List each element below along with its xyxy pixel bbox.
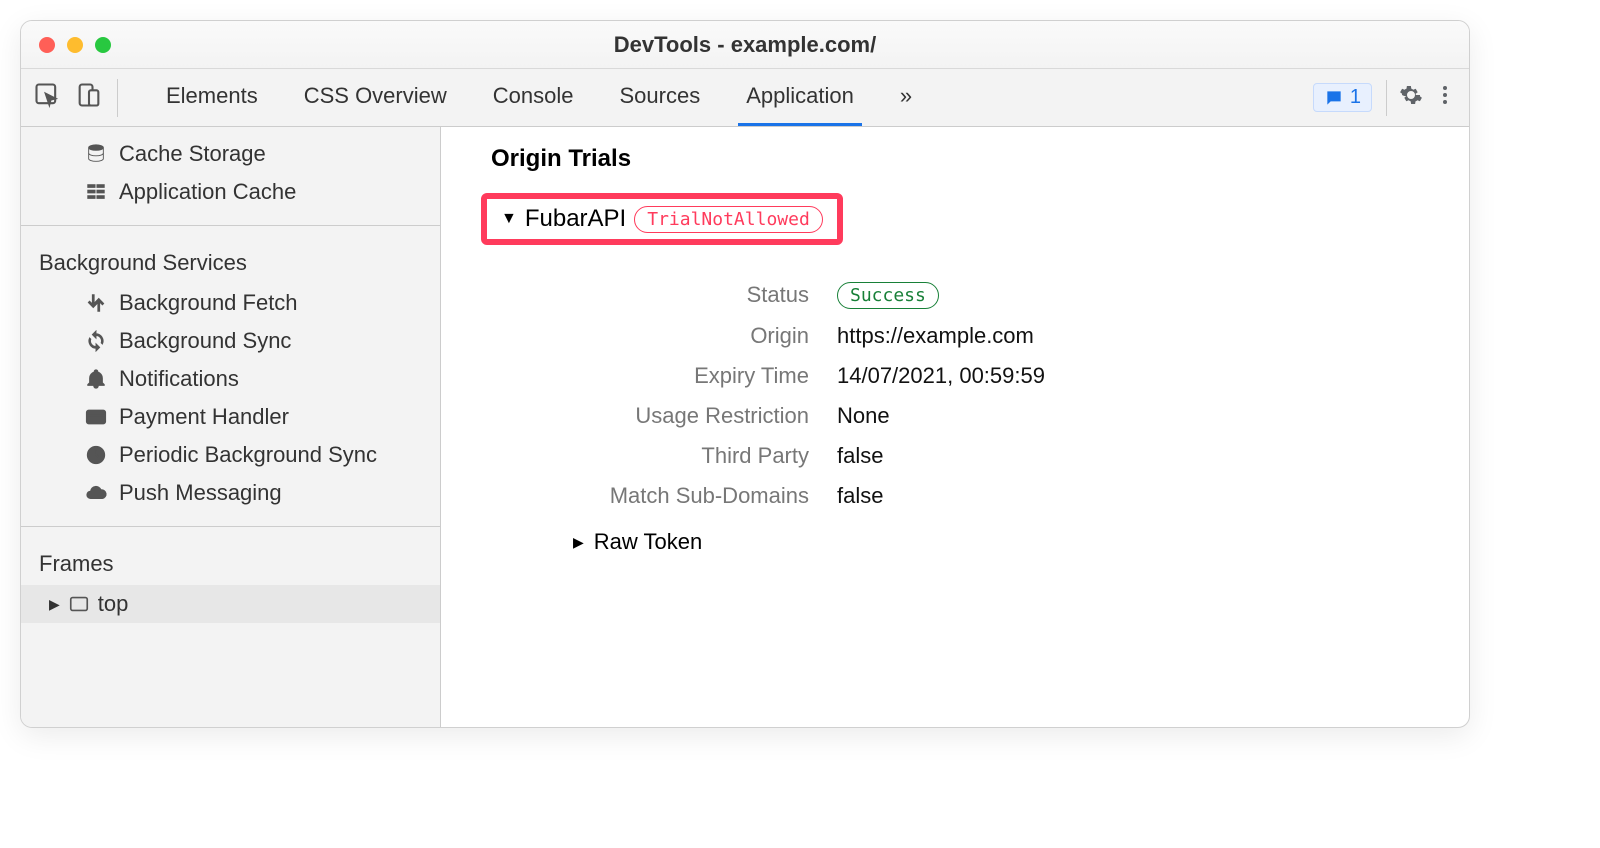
origin-trial-row[interactable]: ▼ FubarAPI TrialNotAllowed (481, 193, 843, 245)
sidebar-item-label: Application Cache (83, 179, 296, 205)
maximize-window-button[interactable] (95, 37, 111, 53)
tab-application[interactable]: Application (738, 69, 862, 126)
sidebar-item-periodic-sync[interactable]: Periodic Background Sync (21, 436, 440, 474)
detail-value: None (837, 403, 890, 429)
detail-key: Usage Restriction (537, 403, 837, 429)
trial-status-badge: TrialNotAllowed (634, 206, 823, 233)
panel-heading: Origin Trials (481, 145, 1429, 173)
devtools-window: DevTools - example.com/ Elements CSS Ove… (20, 20, 1470, 728)
raw-token-row[interactable]: ▶ Raw Token (537, 529, 1429, 555)
grid-icon (83, 181, 109, 203)
cloud-icon (83, 482, 109, 504)
caret-down-icon: ▼ (501, 210, 517, 228)
sidebar-item-payment-handler[interactable]: Payment Handler (21, 398, 440, 436)
sidebar-header-background-services: Background Services (21, 240, 440, 284)
sidebar-item-label: Background Fetch (83, 290, 298, 316)
detail-row-usage: Usage Restriction None (537, 403, 1429, 429)
fetch-icon (83, 292, 109, 314)
sidebar-item-label: Push Messaging (83, 480, 282, 506)
detail-row-thirdparty: Third Party false (537, 443, 1429, 469)
frames-item-label: top (98, 591, 129, 617)
kebab-menu-icon[interactable] (1433, 83, 1457, 112)
frame-icon (68, 593, 90, 615)
detail-key: Expiry Time (537, 363, 837, 389)
sidebar-item-label: Periodic Background Sync (83, 442, 377, 468)
issues-count: 1 (1350, 86, 1361, 109)
tab-console[interactable]: Console (485, 69, 582, 126)
detail-row-status: Status Success (537, 281, 1429, 309)
traffic-lights (39, 37, 111, 53)
trial-details: Status Success Origin https://example.co… (481, 281, 1429, 555)
frames-item-top[interactable]: ▶ top (21, 585, 440, 623)
card-icon (83, 406, 109, 428)
devtools-toolbar: Elements CSS Overview Console Sources Ap… (21, 69, 1469, 127)
panel-tabs: Elements CSS Overview Console Sources Ap… (128, 69, 1293, 126)
window-title: DevTools - example.com/ (21, 32, 1469, 58)
detail-value: 14/07/2021, 00:59:59 (837, 363, 1045, 389)
sidebar-item-background-sync[interactable]: Background Sync (21, 322, 440, 360)
sidebar-item-label: Background Sync (83, 328, 291, 354)
detail-row-origin: Origin https://example.com (537, 323, 1429, 349)
sidebar-item-push-messaging[interactable]: Push Messaging (21, 474, 440, 512)
panel-body: Cache Storage Application Cache Backgrou… (21, 127, 1469, 727)
detail-key: Match Sub-Domains (537, 483, 837, 509)
settings-icon[interactable] (1399, 83, 1423, 112)
bell-icon (83, 368, 109, 390)
caret-right-icon: ▶ (49, 596, 60, 613)
detail-row-subdomains: Match Sub-Domains false (537, 483, 1429, 509)
sidebar-item-label: Cache Storage (83, 141, 266, 167)
detail-key: Origin (537, 323, 837, 349)
database-icon (83, 143, 109, 165)
detail-key: Third Party (537, 443, 837, 469)
titlebar: DevTools - example.com/ (21, 21, 1469, 69)
tab-elements[interactable]: Elements (158, 69, 266, 126)
clock-icon (83, 444, 109, 466)
tab-sources[interactable]: Sources (611, 69, 708, 126)
trial-name: FubarAPI (525, 205, 626, 233)
sidebar-item-cache-storage[interactable]: Cache Storage (21, 135, 440, 173)
issues-badge[interactable]: 1 (1313, 83, 1372, 112)
detail-value: https://example.com (837, 323, 1034, 349)
sidebar-item-application-cache[interactable]: Application Cache (21, 173, 440, 211)
sidebar-item-background-fetch[interactable]: Background Fetch (21, 284, 440, 322)
detail-key: Status (537, 282, 837, 308)
main-panel: Origin Trials ▼ FubarAPI TrialNotAllowed… (441, 127, 1469, 727)
sidebar-item-label: Payment Handler (83, 404, 289, 430)
device-toolbar-icon[interactable] (75, 81, 103, 114)
raw-token-label: Raw Token (594, 529, 702, 555)
minimize-window-button[interactable] (67, 37, 83, 53)
sidebar-header-frames: Frames (21, 541, 440, 585)
detail-row-expiry: Expiry Time 14/07/2021, 00:59:59 (537, 363, 1429, 389)
inspect-element-icon[interactable] (33, 81, 61, 114)
sync-icon (83, 330, 109, 352)
tabs-overflow-button[interactable]: » (892, 69, 920, 126)
close-window-button[interactable] (39, 37, 55, 53)
detail-value: false (837, 483, 883, 509)
caret-right-icon: ▶ (573, 534, 584, 551)
tab-css-overview[interactable]: CSS Overview (296, 69, 455, 126)
application-sidebar: Cache Storage Application Cache Backgrou… (21, 127, 441, 727)
status-badge: Success (837, 282, 939, 309)
sidebar-item-notifications[interactable]: Notifications (21, 360, 440, 398)
detail-value: false (837, 443, 883, 469)
